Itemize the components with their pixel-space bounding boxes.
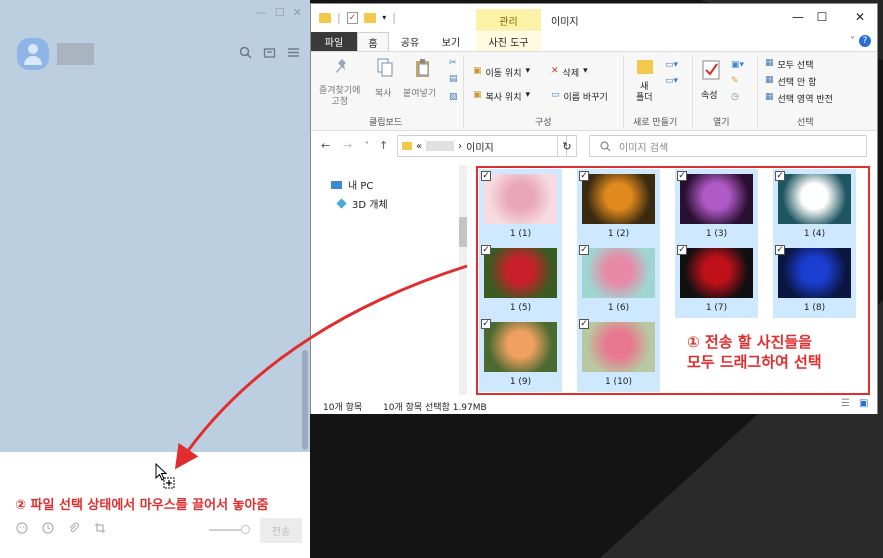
selection-checkbox[interactable]: ✓: [579, 245, 589, 255]
selection-checkbox[interactable]: ✓: [481, 319, 491, 329]
selection-checkbox[interactable]: ✓: [579, 319, 589, 329]
annotation-step-2: ② 파일 선택 상태에서 마우스를 끌어서 놓아줌: [15, 498, 269, 513]
selection-checkbox[interactable]: ✓: [677, 245, 687, 255]
selection-checkbox[interactable]: ✓: [775, 171, 785, 181]
drag-arrow: [174, 264, 468, 470]
selection-checkbox[interactable]: ✓: [775, 245, 785, 255]
selection-checkbox[interactable]: ✓: [481, 245, 491, 255]
selection-checkbox[interactable]: ✓: [677, 171, 687, 181]
selection-checkbox[interactable]: ✓: [481, 171, 491, 181]
selection-checkbox[interactable]: ✓: [579, 171, 589, 181]
